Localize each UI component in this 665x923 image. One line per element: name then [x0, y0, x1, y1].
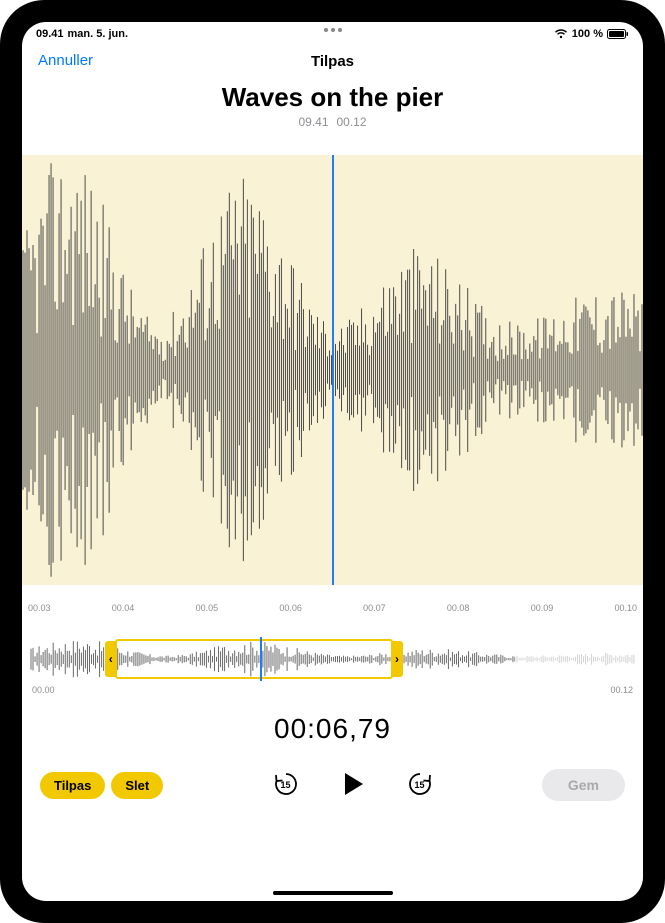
- trim-button[interactable]: Tilpas: [40, 772, 105, 799]
- seek-back-15-button[interactable]: 15: [273, 771, 299, 800]
- status-time: 09.41: [36, 28, 64, 40]
- ruler-tick: 00.08: [447, 603, 470, 613]
- recording-duration: 00.12: [337, 115, 367, 129]
- ruler-tick: 00.10: [614, 603, 637, 613]
- trim-selection[interactable]: ‹ ›: [115, 639, 393, 679]
- screen: 09.41 man. 5. jun. 100 % Annuller Tilpas: [22, 22, 643, 901]
- cancel-button[interactable]: Annuller: [38, 52, 93, 69]
- ruler-tick: 00.06: [279, 603, 302, 613]
- recording-title[interactable]: Waves on the pier: [22, 82, 643, 113]
- ruler-tick: 00.04: [112, 603, 135, 613]
- time-ruler: 00.03 00.04 00.05 00.06 00.07 00.08 00.09 00.10: [22, 585, 643, 613]
- save-button[interactable]: Gem: [542, 769, 625, 801]
- seek-forward-15-button[interactable]: 15: [407, 771, 433, 800]
- playhead[interactable]: [332, 155, 334, 585]
- status-date: man. 5. jun.: [68, 28, 129, 40]
- overview-playhead[interactable]: [260, 637, 262, 681]
- ruler-tick: 00.09: [531, 603, 554, 613]
- waveform-main[interactable]: [22, 155, 643, 585]
- ruler-tick: 00.07: [363, 603, 386, 613]
- trim-handle-left[interactable]: ‹: [105, 641, 117, 677]
- recording-time: 09.41: [298, 115, 328, 129]
- overview-start-label: 00.00: [32, 685, 55, 695]
- nav-bar: Annuller Tilpas: [22, 44, 643, 78]
- trim-handle-right[interactable]: ›: [391, 641, 403, 677]
- seek-fwd-value: 15: [415, 780, 425, 790]
- multitask-dots[interactable]: [324, 28, 342, 32]
- battery-icon: [607, 29, 629, 39]
- home-indicator[interactable]: [273, 891, 393, 895]
- status-bar: 09.41 man. 5. jun. 100 %: [22, 22, 643, 44]
- seek-back-value: 15: [281, 780, 291, 790]
- nav-title: Tilpas: [311, 53, 354, 70]
- ruler-tick: 00.05: [196, 603, 219, 613]
- delete-button[interactable]: Slet: [111, 772, 163, 799]
- ruler-tick: 00.03: [28, 603, 51, 613]
- ipad-frame: 09.41 man. 5. jun. 100 % Annuller Tilpas: [0, 0, 665, 923]
- overview-trimmer[interactable]: ‹ › 00.00 00.12: [30, 639, 635, 679]
- battery-text: 100 %: [572, 28, 603, 40]
- play-button[interactable]: [339, 770, 367, 801]
- controls-bar: Tilpas Slet 15 15 Gem: [22, 745, 643, 801]
- overview-end-label: 00.12: [610, 685, 633, 695]
- play-icon: [339, 770, 367, 798]
- current-time: 00:06,79: [22, 713, 643, 745]
- wifi-icon: [554, 29, 568, 39]
